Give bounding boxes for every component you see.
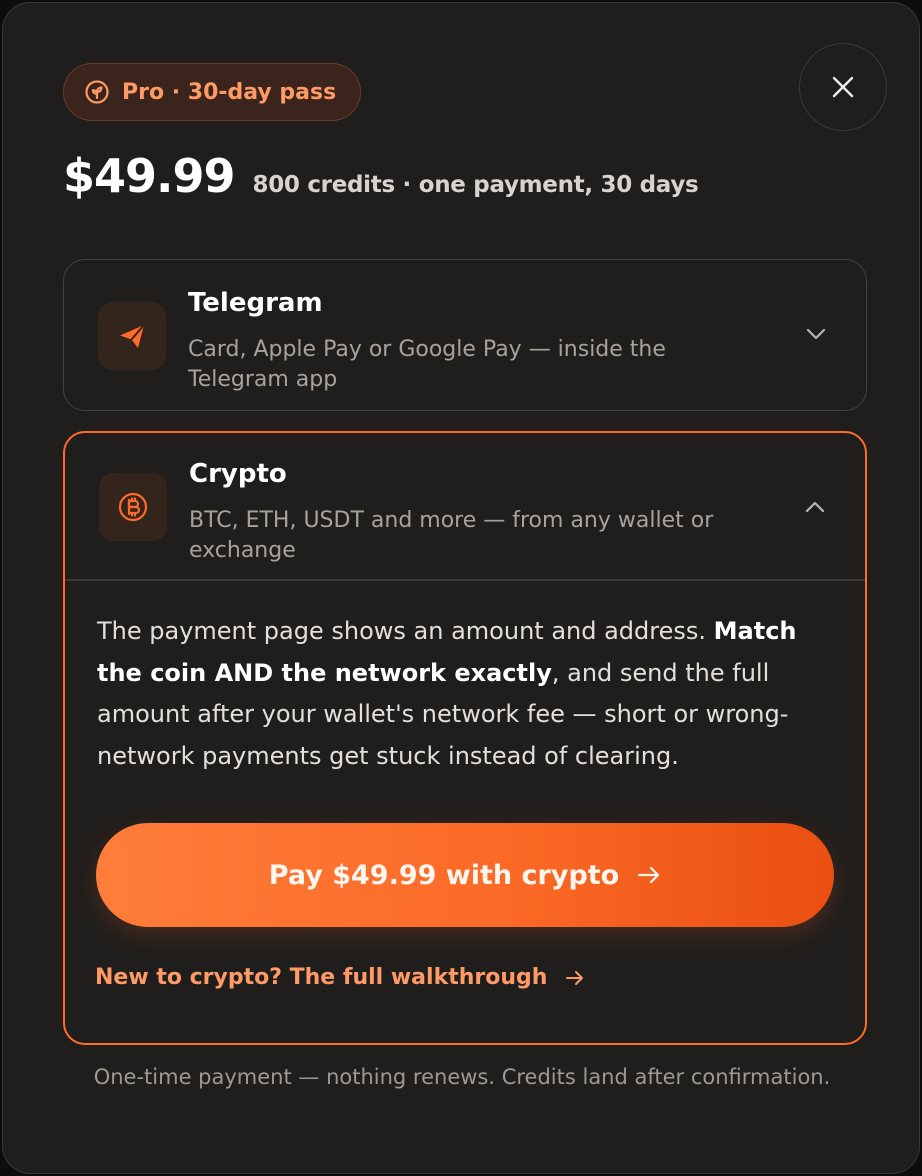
close-icon	[832, 76, 854, 98]
pay-with-crypto-button[interactable]: Pay $49.99 with crypto	[96, 823, 834, 927]
plan-badge-label: Pro · 30-day pass	[122, 79, 337, 105]
bitcoin-icon	[99, 473, 167, 541]
arrow-right-icon	[638, 866, 660, 884]
option-description: Card, Apple Pay or Google Pay — inside t…	[188, 337, 666, 392]
option-description: BTC, ETH, USDT and more — from any walle…	[189, 508, 714, 563]
price-row: $49.99 800 credits · one payment, 30 day…	[63, 149, 699, 209]
chevron-down-icon[interactable]	[802, 320, 830, 348]
chevron-up-icon[interactable]	[801, 493, 829, 521]
crypto-instructions: The payment page shows an amount and add…	[97, 611, 817, 777]
instructions-text: The payment page shows an amount and add…	[97, 617, 714, 645]
close-button[interactable]	[799, 43, 887, 131]
option-title: Crypto	[189, 459, 287, 489]
pay-button-label: Pay $49.99 with crypto	[268, 859, 620, 891]
price: $49.99	[63, 149, 236, 203]
payment-modal: Pro · 30-day pass $49.99 800 credits · o…	[2, 2, 920, 1174]
footer-note: One-time payment — nothing renews. Credi…	[93, 1065, 831, 1089]
arrow-right-icon	[566, 970, 584, 985]
payment-option-crypto: Crypto BTC, ETH, USDT and more — from an…	[63, 431, 867, 1045]
price-subtitle: 800 credits · one payment, 30 days	[252, 172, 699, 198]
paper-plane-icon	[98, 302, 166, 370]
payment-option-telegram[interactable]: Telegram Card, Apple Pay or Google Pay —…	[63, 259, 867, 411]
seedling-icon	[84, 79, 110, 105]
crypto-walkthrough-link[interactable]: New to crypto? The full walkthrough	[95, 965, 585, 990]
option-title: Telegram	[188, 288, 323, 318]
divider	[65, 579, 865, 581]
walkthrough-link-label: New to crypto? The full walkthrough	[95, 965, 548, 990]
plan-badge: Pro · 30-day pass	[63, 63, 362, 121]
